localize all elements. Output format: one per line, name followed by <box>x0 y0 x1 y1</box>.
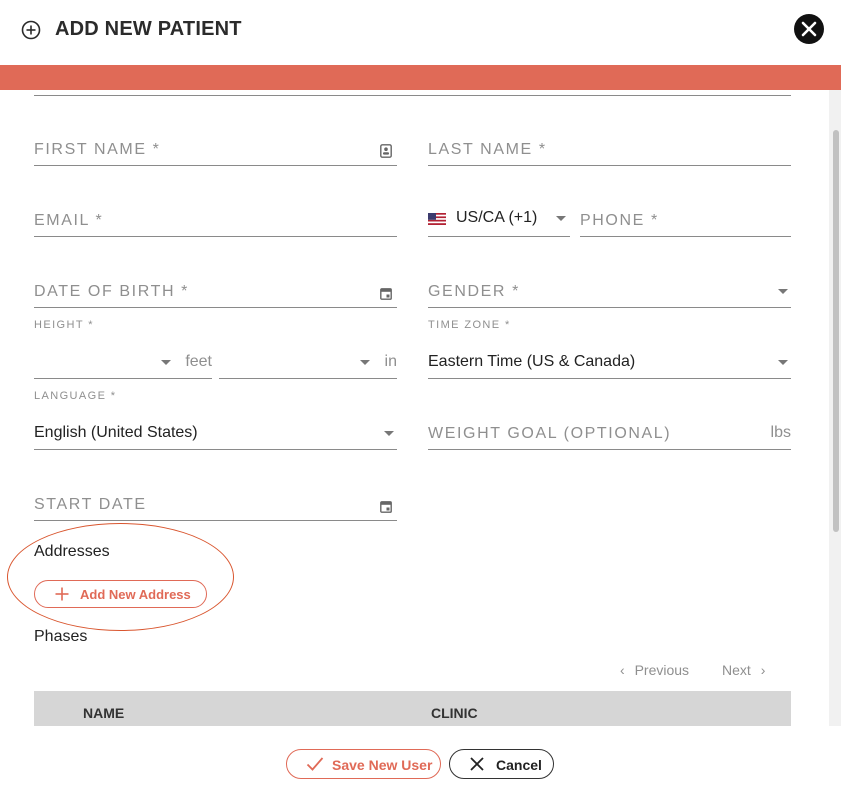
accent-bar <box>0 65 841 90</box>
contact-card-icon <box>380 144 392 158</box>
chevron-down-icon <box>778 360 788 365</box>
chevron-down-icon <box>360 360 370 365</box>
phone-country-value: US/CA (+1) <box>456 209 538 226</box>
form-scroll-area[interactable]: FIRST NAME * LAST NAME * EMAIL * US/CA (… <box>0 90 841 726</box>
last-name-placeholder: LAST NAME * <box>428 141 547 158</box>
dialog-header: ADD NEW PATIENT <box>0 0 841 64</box>
chevron-left-icon: ‹ <box>620 662 625 678</box>
save-new-user-label: Save New User <box>332 757 433 773</box>
time-zone-label: TIME ZONE * <box>428 319 511 331</box>
time-zone-value: Eastern Time (US & Canada) <box>428 353 636 370</box>
chevron-down-icon <box>556 216 566 221</box>
dialog-footer: Save New User Cancel <box>0 726 841 786</box>
column-header-clinic: CLINIC <box>431 705 478 721</box>
close-button[interactable] <box>794 14 824 44</box>
gender-placeholder: GENDER * <box>428 283 520 300</box>
gender-select[interactable]: GENDER * <box>428 272 791 308</box>
dialog-title: ADD NEW PATIENT <box>55 18 242 40</box>
start-date-field[interactable]: START DATE <box>34 485 397 521</box>
phone-field[interactable]: PHONE * <box>580 201 791 237</box>
language-label: LANGUAGE * <box>34 390 117 402</box>
cancel-button[interactable]: Cancel <box>449 749 554 779</box>
first-name-field[interactable]: FIRST NAME * <box>34 130 397 166</box>
add-new-address-button[interactable]: Add New Address <box>34 580 207 608</box>
close-icon <box>470 757 484 771</box>
lbs-suffix: lbs <box>770 424 791 441</box>
phases-label: Phases <box>34 628 88 645</box>
calendar-icon <box>380 501 392 513</box>
start-date-placeholder: START DATE <box>34 496 147 513</box>
height-feet-select[interactable]: HEIGHT * feet <box>34 319 212 379</box>
chevron-down-icon <box>161 360 171 365</box>
inches-suffix: in <box>384 353 397 370</box>
column-header-name: NAME <box>83 705 125 721</box>
highlight-annotation <box>7 523 234 631</box>
checkmark-icon <box>306 757 324 771</box>
us-flag-icon <box>428 213 446 225</box>
date-of-birth-placeholder: DATE OF BIRTH * <box>34 283 189 300</box>
cancel-label: Cancel <box>496 757 542 773</box>
chevron-down-icon <box>778 289 788 294</box>
phone-placeholder: PHONE * <box>580 212 659 229</box>
language-select[interactable]: LANGUAGE * English (United States) <box>34 390 397 450</box>
height-label: HEIGHT * <box>34 319 94 331</box>
last-name-field[interactable]: LAST NAME * <box>428 130 791 166</box>
phone-country-select[interactable]: US/CA (+1) <box>428 201 570 237</box>
chevron-down-icon <box>384 431 394 436</box>
weight-goal-field[interactable]: WEIGHT GOAL (OPTIONAL) lbs <box>428 414 791 450</box>
chevron-right-icon: › <box>760 662 766 678</box>
addresses-label: Addresses <box>34 543 110 560</box>
calendar-icon <box>380 288 392 300</box>
email-field[interactable]: EMAIL * <box>34 201 397 237</box>
height-inches-select[interactable]: in <box>219 343 397 379</box>
next-label: Next <box>722 662 751 678</box>
first-name-placeholder: FIRST NAME * <box>34 141 161 158</box>
previous-button[interactable]: ‹ Previous <box>620 662 689 678</box>
save-new-user-button[interactable]: Save New User <box>286 749 441 779</box>
phases-table-header: NAME CLINIC <box>34 691 791 726</box>
language-value: English (United States) <box>34 424 198 441</box>
plus-circle-icon <box>21 20 41 40</box>
date-of-birth-field[interactable]: DATE OF BIRTH * <box>34 272 397 308</box>
weight-goal-placeholder: WEIGHT GOAL (OPTIONAL) <box>428 425 672 442</box>
add-new-address-label: Add New Address <box>80 587 191 602</box>
divider <box>34 95 791 96</box>
close-icon <box>801 21 817 37</box>
plus-icon <box>55 587 69 601</box>
previous-label: Previous <box>634 662 690 678</box>
scrollbar-thumb[interactable] <box>833 130 839 532</box>
next-button[interactable]: Next › <box>722 662 765 678</box>
email-placeholder: EMAIL * <box>34 212 104 229</box>
feet-suffix: feet <box>185 353 212 370</box>
time-zone-select[interactable]: TIME ZONE * Eastern Time (US & Canada) <box>428 319 791 379</box>
